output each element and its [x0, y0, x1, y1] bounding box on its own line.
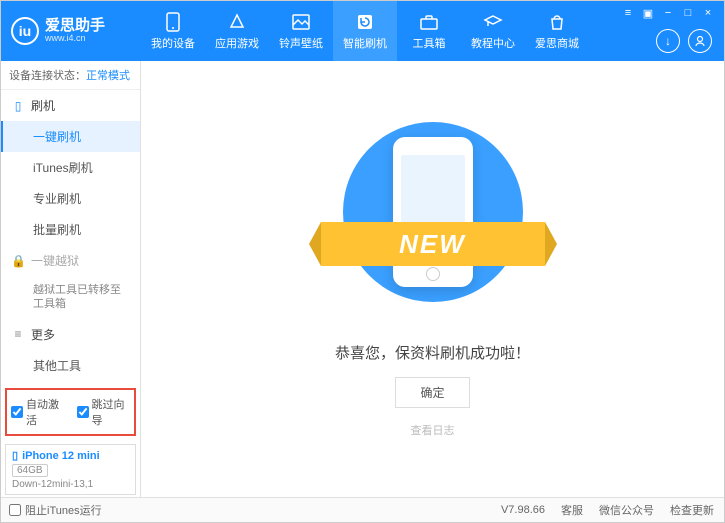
close-button[interactable]: × [700, 5, 716, 21]
jailbreak-note: 越狱工具已转移至工具箱 [1, 276, 140, 319]
sidebar-jailbreak[interactable]: 🔒 一键越狱 [1, 245, 140, 276]
main-content: NEW 恭喜您，保资料刷机成功啦！ 确定 查看日志 [141, 61, 724, 499]
toolbox-icon [419, 12, 439, 32]
nav-apps[interactable]: 应用游戏 [205, 1, 269, 61]
user-button[interactable] [688, 29, 712, 53]
sidebar-pro-flash[interactable]: 专业刷机 [1, 183, 140, 214]
logo-area: iu 爱思助手 www.i4.cn [1, 17, 141, 45]
logo-icon: iu [11, 17, 39, 45]
device-storage: 64GB [12, 464, 48, 477]
sidebar-other-tools[interactable]: 其他工具 [1, 350, 140, 381]
success-illustration: NEW [333, 122, 533, 322]
nav-toolbox[interactable]: 工具箱 [397, 1, 461, 61]
more-icon: ≡ [11, 327, 25, 341]
device-name: iPhone 12 mini [22, 450, 100, 462]
success-message: 恭喜您，保资料刷机成功啦！ [335, 342, 530, 363]
checkbox-label: 跳过向导 [92, 396, 131, 428]
confirm-button[interactable]: 确定 [395, 377, 469, 408]
window-controls: ≡ ▣ − □ × [620, 5, 716, 21]
download-button[interactable]: ↓ [656, 29, 680, 53]
device-icon [163, 12, 183, 32]
footer: 阻止iTunes运行 V7.98.66 客服 微信公众号 检查更新 [1, 497, 724, 522]
options-highlighted-box: 自动激活 跳过向导 [5, 388, 136, 436]
skin-icon[interactable]: ▣ [640, 5, 656, 21]
app-url: www.i4.cn [45, 34, 105, 44]
wallpaper-icon [291, 12, 311, 32]
connection-status: 设备连接状态：正常模式 [1, 61, 140, 90]
nav-label: 爱思商城 [535, 35, 579, 51]
nav-tutorials[interactable]: 教程中心 [461, 1, 525, 61]
status-label: 设备连接状态： [9, 70, 86, 82]
sidebar-batch-flash[interactable]: 批量刷机 [1, 214, 140, 245]
auto-activate-checkbox[interactable]: 自动激活 [11, 396, 65, 428]
nav-my-device[interactable]: 我的设备 [141, 1, 205, 61]
apps-icon [227, 12, 247, 32]
sidebar: 设备连接状态：正常模式 ▯ 刷机 一键刷机 iTunes刷机 专业刷机 批量刷机… [1, 61, 141, 499]
minimize-button[interactable]: − [660, 5, 676, 21]
nav-label: 教程中心 [471, 35, 515, 51]
status-value: 正常模式 [86, 70, 130, 82]
app-title: 爱思助手 [45, 18, 105, 35]
view-log-link[interactable]: 查看日志 [411, 422, 455, 438]
nav-smart-flash[interactable]: 智能刷机 [333, 1, 397, 61]
checkbox-label: 阻止iTunes运行 [25, 502, 102, 518]
nav-store[interactable]: 爱思商城 [525, 1, 589, 61]
nav-ringtones[interactable]: 铃声壁纸 [269, 1, 333, 61]
app-header: iu 爱思助手 www.i4.cn 我的设备 应用游戏 铃声壁纸 智能刷机 工具… [1, 1, 724, 61]
sidebar-label: 一键越狱 [31, 252, 79, 269]
flash-icon [355, 12, 375, 32]
nav-label: 工具箱 [413, 35, 446, 51]
sidebar-label: 更多 [31, 326, 55, 343]
sidebar-itunes-flash[interactable]: iTunes刷机 [1, 152, 140, 183]
sidebar-more[interactable]: ≡ 更多 [1, 319, 140, 350]
phone-icon: ▯ [12, 449, 18, 462]
device-card[interactable]: ▯ iPhone 12 mini 64GB Down-12mini-13,1 [5, 444, 136, 495]
sidebar-flash[interactable]: ▯ 刷机 [1, 90, 140, 121]
phone-icon: ▯ [11, 99, 25, 113]
checkbox-label: 自动激活 [26, 396, 65, 428]
maximize-button[interactable]: □ [680, 5, 696, 21]
wechat-link[interactable]: 微信公众号 [599, 502, 654, 518]
sidebar-one-click-flash[interactable]: 一键刷机 [1, 121, 140, 152]
nav-label: 铃声壁纸 [279, 35, 323, 51]
nav-label: 我的设备 [151, 35, 195, 51]
sidebar-label: 刷机 [31, 97, 55, 114]
check-update-link[interactable]: 检查更新 [670, 502, 714, 518]
new-ribbon: NEW [321, 222, 545, 266]
nav-label: 应用游戏 [215, 35, 259, 51]
store-icon [547, 12, 567, 32]
tutorial-icon [483, 12, 503, 32]
device-model: Down-12mini-13,1 [12, 479, 129, 490]
customer-service-link[interactable]: 客服 [561, 502, 583, 518]
version-label: V7.98.66 [501, 504, 545, 516]
block-itunes-checkbox[interactable]: 阻止iTunes运行 [1, 502, 102, 518]
nav-label: 智能刷机 [343, 35, 387, 51]
menu-icon[interactable]: ≡ [620, 5, 636, 21]
skip-guide-checkbox[interactable]: 跳过向导 [77, 396, 131, 428]
sidebar-download-firmware[interactable]: 下载固件 [1, 381, 140, 384]
lock-icon: 🔒 [11, 254, 25, 268]
